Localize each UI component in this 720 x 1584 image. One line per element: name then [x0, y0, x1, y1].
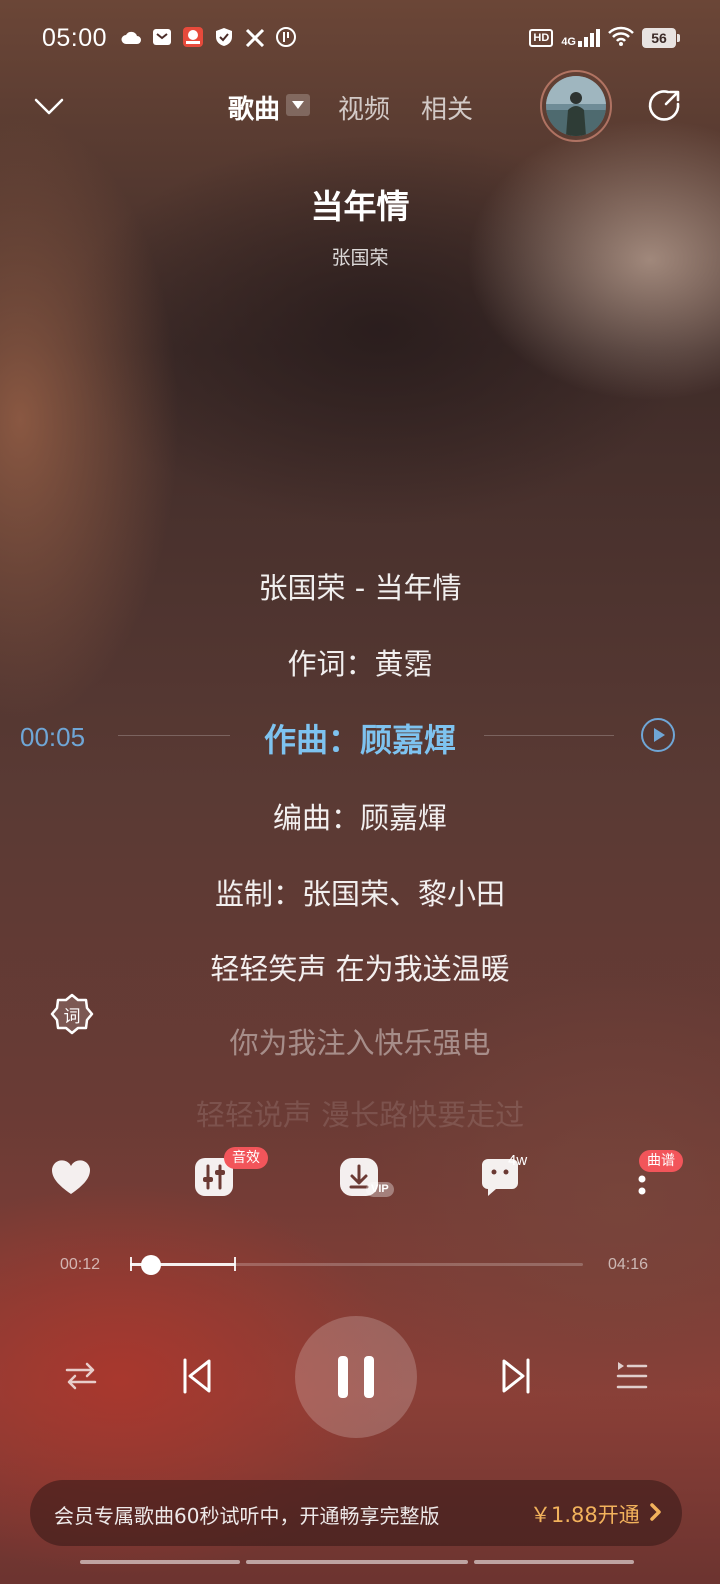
like-heart-icon[interactable]	[49, 1155, 93, 1199]
tab-song[interactable]: 歌曲	[228, 89, 280, 126]
lyric-line[interactable]: 作词：黄霑	[0, 641, 720, 683]
lyrics-toggle-button[interactable]: 词	[50, 992, 94, 1036]
cloud-icon	[120, 26, 142, 48]
lyric-line[interactable]: 轻轻笑声 在为我送温暖	[0, 946, 720, 988]
lyric-line-current[interactable]: 作曲：顾嘉煇	[0, 715, 720, 761]
lyric-line-fading: 轻轻说声 漫长路快要走过	[195, 1098, 525, 1132]
lyrics-toggle-label: 词	[63, 1007, 81, 1027]
lyric-line[interactable]: 张国荣 - 当年情	[0, 565, 720, 607]
total-time: 04:16	[608, 1256, 649, 1273]
vip-open-button[interactable]: ￥1.88开通	[530, 1499, 640, 1529]
shield-icon	[213, 26, 235, 48]
pause-icon	[338, 1356, 374, 1398]
music-sheet-badge[interactable]: 曲谱	[639, 1150, 683, 1172]
vip-badge: VIP	[366, 1182, 394, 1197]
tools-icon	[244, 26, 266, 48]
chevron-right-icon	[648, 1500, 664, 1524]
page-indicator	[474, 1560, 634, 1564]
next-track-icon[interactable]	[494, 1352, 542, 1400]
status-notification-icons	[120, 26, 297, 48]
song-title: 当年情	[310, 187, 410, 226]
signal-icon: 4G	[561, 29, 600, 48]
previous-track-icon[interactable]	[171, 1352, 219, 1400]
lyric-line[interactable]: 编曲：顾嘉煇	[0, 795, 720, 837]
playlist-icon[interactable]	[608, 1352, 656, 1400]
song-artist[interactable]: 张国荣	[0, 243, 720, 270]
wifi-icon	[608, 26, 634, 50]
repeat-mode-icon[interactable]	[57, 1352, 105, 1400]
progress-start-marker	[130, 1257, 132, 1271]
lyric-play-from-here-icon[interactable]	[640, 717, 676, 753]
avatar-image	[546, 76, 606, 136]
sound-effect-badge: 音效	[224, 1147, 268, 1169]
lyric-line[interactable]: 监制：张国荣、黎小田	[0, 871, 720, 913]
lyric-line[interactable]: 你为我注入快乐强电	[0, 1020, 720, 1062]
tab-related[interactable]: 相关	[421, 89, 473, 126]
share-icon[interactable]	[646, 88, 682, 124]
vip-trial-text: 会员专属歌曲60秒试听中，开通畅享完整版	[54, 1504, 440, 1528]
mail-icon	[151, 26, 173, 48]
artist-avatar[interactable]	[540, 70, 612, 142]
page-indicator	[80, 1560, 240, 1564]
song-dropdown-caret-icon[interactable]	[286, 94, 310, 116]
tab-video[interactable]: 视频	[338, 89, 390, 126]
status-system-icons: HD 4G 56	[529, 26, 680, 50]
collapse-chevron-down-icon[interactable]	[32, 90, 66, 124]
page-indicator	[246, 1560, 468, 1564]
status-time: 05:00	[42, 24, 108, 52]
hd-badge: HD	[529, 29, 554, 47]
circle-badge-icon	[275, 26, 297, 48]
app-notification-icon	[182, 26, 204, 48]
elapsed-time: 00:12	[60, 1256, 101, 1273]
comment-count: 4w	[508, 1152, 528, 1169]
network-type-label: 4G	[561, 36, 576, 48]
battery-indicator: 56	[642, 28, 680, 48]
pause-button[interactable]	[295, 1316, 417, 1438]
